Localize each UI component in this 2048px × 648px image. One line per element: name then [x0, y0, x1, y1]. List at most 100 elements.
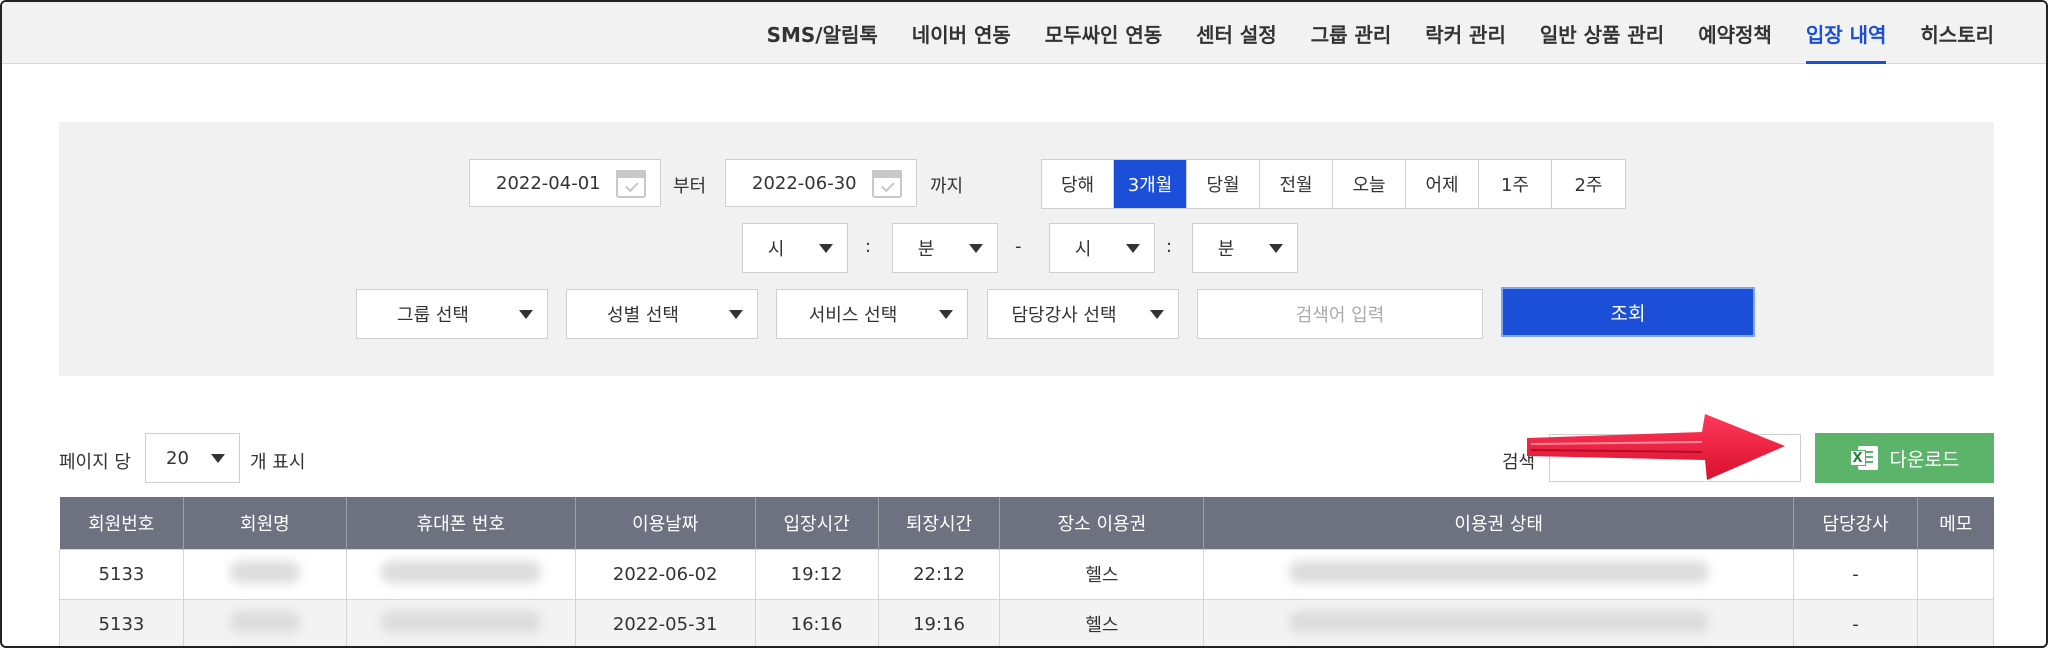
cell-place-pass: 헬스	[999, 548, 1205, 600]
end-hour-select[interactable]: 시	[1049, 223, 1155, 273]
start-minute-select[interactable]: 분	[892, 223, 998, 273]
cell-phone-redacted	[345, 598, 576, 646]
period-last-month[interactable]: 전월	[1260, 160, 1333, 208]
cell-instructor: -	[1793, 548, 1918, 600]
download-button[interactable]: X 다운로드	[1815, 433, 1994, 483]
cell-entry-time: 19:12	[754, 548, 879, 600]
to-label: 까지	[930, 176, 964, 197]
chevron-down-icon	[1269, 244, 1283, 253]
start-date-value: 2022-04-01	[496, 172, 601, 194]
col-place-pass[interactable]: 장소 이용권	[999, 497, 1205, 549]
nav-product-manage[interactable]: 일반 상품 관리	[1540, 2, 1664, 64]
cell-pass-status-redacted	[1203, 548, 1795, 600]
nav-locker-manage[interactable]: 락커 관리	[1425, 2, 1506, 64]
chevron-down-icon	[519, 310, 533, 319]
nav-naver[interactable]: 네이버 연동	[912, 2, 1011, 64]
col-date[interactable]: 이용날짜	[575, 497, 756, 549]
keyword-search-input[interactable]: 검색어 입력	[1197, 289, 1483, 339]
entry-history-table: 회원번호 회원명 휴대폰 번호 이용날짜 입장시간 퇴장시간 장소 이용권 이용…	[59, 497, 1994, 646]
cell-member-name-redacted	[182, 598, 347, 646]
cell-memo	[1917, 548, 1994, 600]
per-page-suffix: 개 표시	[250, 452, 306, 473]
period-2-weeks[interactable]: 2주	[1552, 160, 1625, 208]
excel-icon: X	[1849, 444, 1878, 472]
keyword-search-placeholder: 검색어 입력	[1295, 305, 1385, 326]
col-memo[interactable]: 메모	[1917, 497, 1994, 549]
nav-modusign[interactable]: 모두싸인 연동	[1045, 2, 1162, 64]
chevron-down-icon	[1150, 310, 1164, 319]
period-1-week[interactable]: 1주	[1479, 160, 1552, 208]
chevron-down-icon	[1126, 244, 1140, 253]
start-hour-select[interactable]: 시	[742, 223, 848, 273]
col-entry-time[interactable]: 입장시간	[755, 497, 879, 549]
nav-group-manage[interactable]: 그룹 관리	[1311, 2, 1392, 64]
nav-entry-history[interactable]: 입장 내역	[1805, 2, 1886, 64]
service-select-value: 서비스 선택	[808, 305, 898, 326]
period-yesterday[interactable]: 어제	[1406, 160, 1479, 208]
period-3-months[interactable]: 3개월	[1114, 160, 1187, 208]
period-this-month[interactable]: 당월	[1187, 160, 1260, 208]
calendar-icon[interactable]	[616, 170, 646, 198]
col-exit-time[interactable]: 퇴장시간	[878, 497, 1001, 549]
end-date-value: 2022-06-30	[752, 172, 857, 194]
end-hour-value: 시	[1074, 239, 1092, 260]
period-this-year[interactable]: 당해	[1042, 160, 1114, 208]
calendar-icon[interactable]	[872, 170, 902, 198]
group-select-value: 그룹 선택	[397, 305, 469, 326]
chevron-down-icon	[819, 244, 833, 253]
col-instructor[interactable]: 담당강사	[1793, 497, 1918, 549]
table-row[interactable]: 5133 2022-05-31 16:16 19:16 헬스 -	[59, 598, 1994, 646]
cell-instructor: -	[1793, 598, 1918, 646]
nav-center-settings[interactable]: 센터 설정	[1196, 2, 1277, 64]
cell-date: 2022-05-31	[574, 598, 756, 646]
chevron-down-icon	[211, 454, 225, 463]
end-minute-value: 분	[1217, 239, 1235, 260]
cell-exit-time: 19:16	[877, 598, 1001, 646]
group-select[interactable]: 그룹 선택	[356, 289, 548, 339]
download-label: 다운로드	[1889, 448, 1960, 471]
cell-member-no: 5133	[59, 548, 184, 600]
cell-date: 2022-06-02	[574, 548, 756, 600]
per-page-value: 20	[166, 447, 189, 469]
gender-select[interactable]: 성별 선택	[566, 289, 758, 339]
cell-phone-redacted	[345, 548, 576, 600]
cell-exit-time: 22:12	[877, 548, 1001, 600]
nav-history[interactable]: 히스토리	[1920, 2, 1994, 64]
top-nav: SMS/알림톡 네이버 연동 모두싸인 연동 센터 설정 그룹 관리 락커 관리…	[2, 2, 2046, 64]
instructor-select-value: 담당강사 선택	[1011, 305, 1117, 326]
nav-reservation-policy[interactable]: 예약정책	[1698, 2, 1772, 64]
cell-memo	[1917, 598, 1994, 646]
col-member-name[interactable]: 회원명	[183, 497, 347, 549]
col-member-no[interactable]: 회원번호	[59, 497, 184, 549]
start-date-field[interactable]: 2022-04-01	[469, 159, 661, 207]
chevron-down-icon	[939, 310, 953, 319]
per-page-label: 페이지 당	[59, 452, 131, 473]
query-button[interactable]: 조회	[1501, 287, 1755, 337]
col-phone[interactable]: 휴대폰 번호	[346, 497, 576, 549]
period-today[interactable]: 오늘	[1333, 160, 1406, 208]
filter-panel: 2022-04-01 부터 2022-06-30 까지 당해 3개월 당월 전월…	[59, 122, 1994, 376]
nav-sms[interactable]: SMS/알림톡	[767, 2, 878, 64]
cell-place-pass: 헬스	[999, 598, 1205, 646]
end-date-field[interactable]: 2022-06-30	[725, 159, 917, 207]
cell-member-no: 5133	[59, 598, 184, 646]
end-minute-select[interactable]: 분	[1192, 223, 1298, 273]
time-dash: -	[1015, 236, 1022, 257]
cell-pass-status-redacted	[1203, 598, 1795, 646]
table-header-row: 회원번호 회원명 휴대폰 번호 이용날짜 입장시간 퇴장시간 장소 이용권 이용…	[59, 497, 1994, 549]
start-hour-value: 시	[767, 239, 785, 260]
gender-select-value: 성별 선택	[607, 305, 679, 326]
per-page-select[interactable]: 20	[145, 433, 240, 483]
from-label: 부터	[673, 176, 707, 197]
cell-member-name-redacted	[182, 548, 347, 600]
red-arrow-annotation	[1527, 414, 1785, 480]
cell-entry-time: 16:16	[754, 598, 879, 646]
time-colon: :	[865, 236, 872, 257]
instructor-select[interactable]: 담당강사 선택	[987, 289, 1179, 339]
period-tabs: 당해 3개월 당월 전월 오늘 어제 1주 2주	[1041, 159, 1626, 209]
time-colon: :	[1166, 236, 1173, 257]
service-select[interactable]: 서비스 선택	[776, 289, 968, 339]
start-minute-value: 분	[917, 239, 935, 260]
col-pass-status[interactable]: 이용권 상태	[1203, 497, 1795, 549]
table-row[interactable]: 5133 2022-06-02 19:12 22:12 헬스 -	[59, 548, 1994, 600]
